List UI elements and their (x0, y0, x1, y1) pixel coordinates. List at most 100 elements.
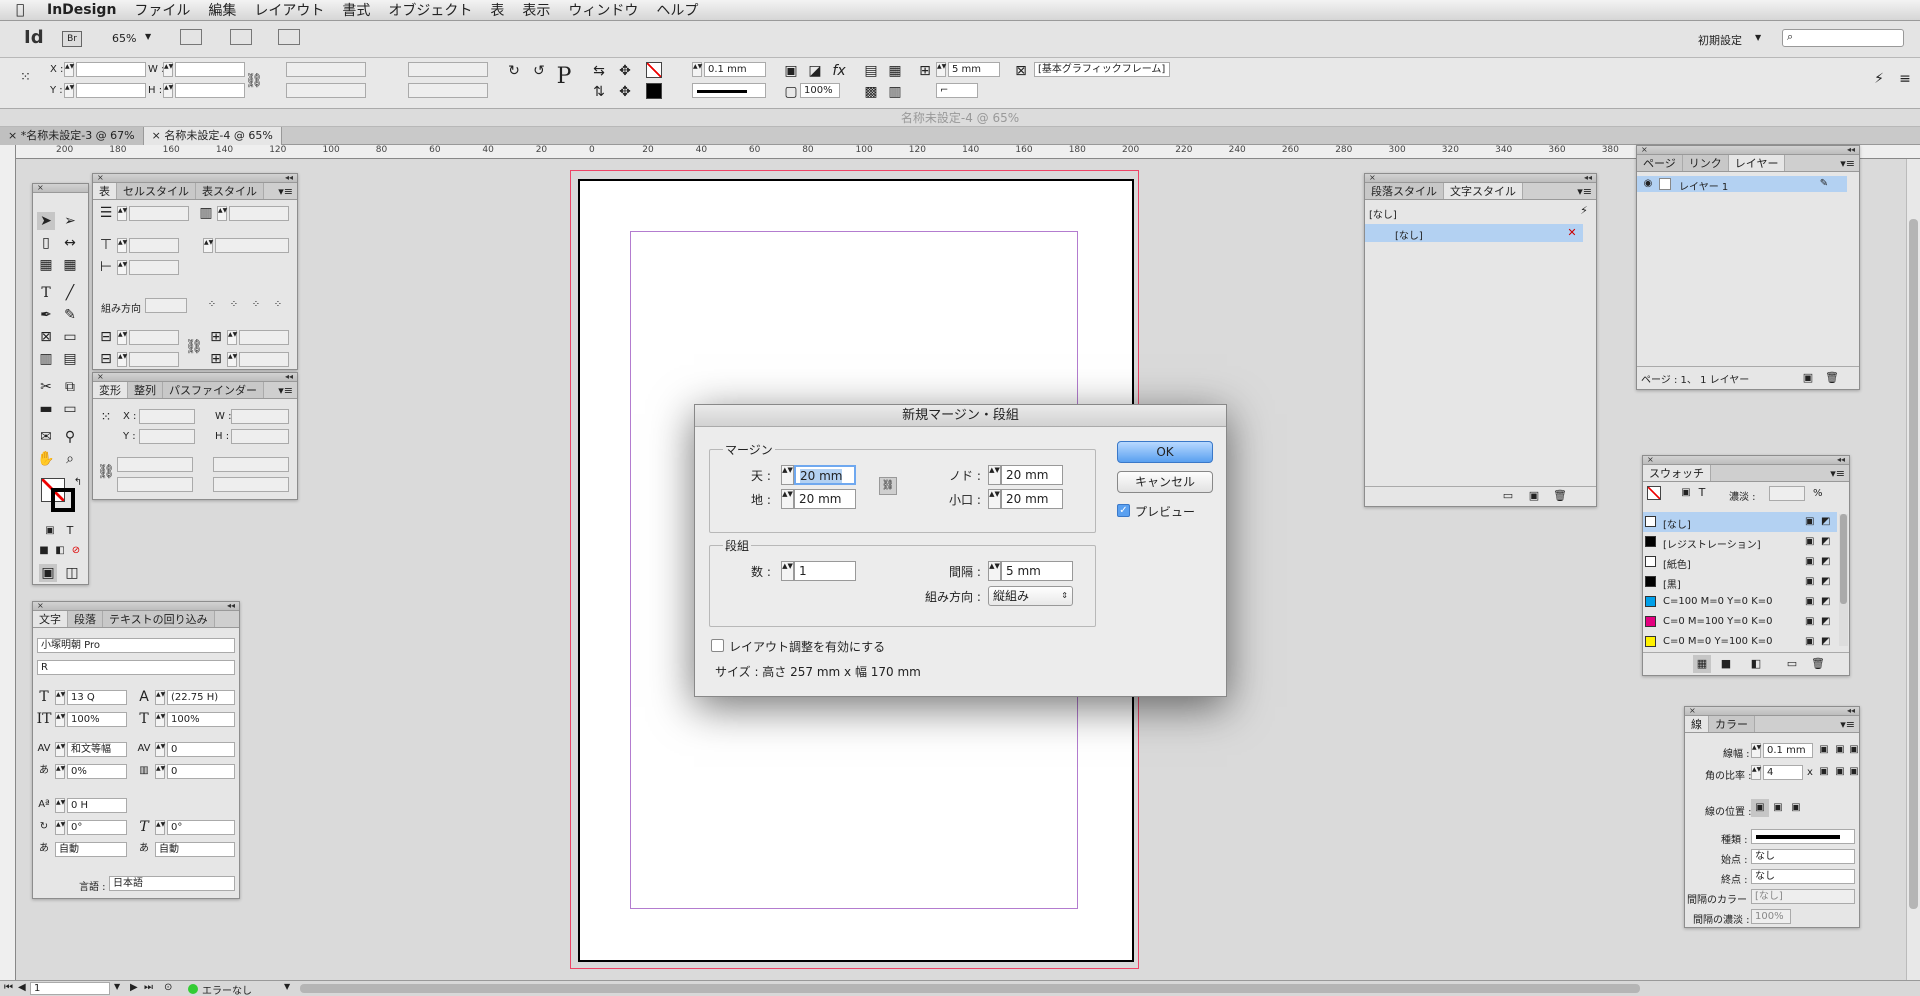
note-tool-icon[interactable]: ✉ (37, 428, 55, 446)
tab-character[interactable]: 文字 (33, 611, 68, 627)
adjust-layout-label[interactable]: レイアウト調整を有効にする (729, 638, 885, 655)
skew-field[interactable]: 0° (167, 820, 235, 835)
swatch-row[interactable]: C=0 M=0 Y=100 K=0 ▣ ◩ (1643, 632, 1837, 652)
inset-left-stepper[interactable]: ▲▼ (227, 330, 237, 345)
menu-edit[interactable]: 編集 (208, 0, 236, 20)
panel-menu-icon[interactable]: ▾≡ (1840, 716, 1855, 732)
close-icon[interactable]: × (152, 129, 161, 142)
align-center-stroke-icon[interactable]: ▣ (1751, 799, 1769, 817)
preview-checkbox[interactable]: ✓ (1117, 504, 1130, 517)
preview-label[interactable]: プレビュー (1135, 503, 1195, 520)
previous-page-icon[interactable]: ◀ (18, 982, 26, 993)
inset-top-field[interactable] (129, 330, 179, 345)
tab-pages[interactable]: ページ (1637, 155, 1683, 171)
row-height-stepper[interactable]: ▲▼ (117, 238, 127, 253)
transform-w-field[interactable] (231, 409, 289, 424)
rotate-field[interactable] (213, 457, 289, 472)
new-style-icon[interactable]: ▣ (1525, 487, 1543, 505)
gradient-swatch-tool-icon[interactable]: ▬ (37, 400, 55, 418)
tracking-stepper[interactable]: ▲▼ (155, 742, 165, 757)
panel-menu-icon[interactable]: ▾≡ (278, 183, 293, 199)
leading-stepper[interactable]: ▲▼ (155, 690, 165, 705)
column-width-field[interactable] (129, 260, 179, 275)
bridge-button[interactable]: Br (62, 31, 82, 47)
page-tool-icon[interactable]: ▯ (37, 234, 55, 252)
gap-tint-field[interactable]: 100% (1751, 909, 1791, 924)
outside-margin-stepper[interactable]: ▲▼ (988, 489, 1001, 509)
inset-bottom-stepper[interactable]: ▲▼ (117, 352, 127, 367)
rotate-cw-icon[interactable]: ↻ (505, 62, 523, 80)
delete-style-icon[interactable]: 🗑 (1551, 487, 1569, 505)
tab-stroke[interactable]: 線 (1685, 716, 1709, 732)
pencil-tool-icon[interactable]: ✎ (61, 306, 79, 324)
tab-layers[interactable]: レイヤー (1728, 155, 1786, 171)
menu-view[interactable]: 表示 (522, 0, 550, 20)
hand-tool-icon[interactable]: ✋ (37, 450, 55, 468)
control-scale-y-field[interactable] (286, 83, 366, 98)
delete-swatch-icon[interactable]: 🗑 (1809, 655, 1827, 673)
menu-layout[interactable]: レイアウト (254, 0, 324, 20)
menu-help[interactable]: ヘルプ (656, 0, 698, 20)
bottom-margin-stepper[interactable]: ▲▼ (781, 489, 794, 509)
miter-stepper[interactable]: ▲▼ (1751, 765, 1761, 780)
tab-table-styles[interactable]: 表スタイル (196, 183, 264, 199)
pen-tool-icon[interactable]: ✒ (37, 306, 55, 324)
align-bottom-icon[interactable]: ⁘ (247, 296, 265, 314)
panel-header[interactable]: × (33, 184, 88, 193)
preflight-icon[interactable]: ⊙ (164, 982, 172, 993)
row-height-value-field[interactable] (215, 238, 289, 253)
swatch-row[interactable]: C=0 M=100 Y=0 K=0 ▣ ◩ (1643, 612, 1837, 632)
tsume-stepper[interactable]: ▲▼ (55, 764, 65, 779)
help-search-input[interactable]: ⌕ (1782, 29, 1904, 47)
stroke-weight-stepper[interactable]: ▲▼ (692, 62, 702, 77)
align-justify-icon[interactable]: ⁘ (269, 296, 287, 314)
preview-mode-icon[interactable]: ◫ (63, 564, 81, 582)
dialog-title[interactable]: 新規マージン・段組 (695, 405, 1226, 427)
horizontal-ruler[interactable]: 200 180 160 140 120 100 80 60 40 20 0 20 40 60 80 100 12… (16, 145, 1920, 159)
top-margin-field[interactable]: 20 mm (794, 465, 856, 485)
control-h-stepper[interactable]: ▲▼ (163, 83, 173, 98)
kerning-stepper[interactable]: ▲▼ (55, 742, 65, 757)
gutter-stepper[interactable]: ▲▼ (988, 561, 1001, 581)
row-height-value-stepper[interactable]: ▲▼ (203, 238, 213, 253)
aki-stepper[interactable]: ▲▼ (155, 764, 165, 779)
rectangle-tool-icon[interactable]: ▭ (61, 328, 79, 346)
panel-header[interactable]: × ◂◂ (33, 602, 239, 611)
reference-point-icon[interactable]: ⁙ (20, 70, 31, 85)
quick-apply-icon[interactable]: ⚡ (1870, 70, 1888, 88)
outside-margin-field[interactable]: 20 mm (1001, 489, 1063, 509)
shear-field[interactable] (213, 477, 289, 492)
text-wrap-none-icon[interactable]: ▤ (862, 62, 880, 80)
text-frame-icon[interactable]: P (555, 66, 573, 88)
tab-document-3[interactable]: × *名称未設定-3 @ 67% (0, 127, 144, 145)
page-dropdown-icon[interactable]: ▼ (114, 982, 120, 991)
close-icon[interactable]: × (8, 129, 17, 142)
panel-menu-icon[interactable]: ▾≡ (1840, 155, 1855, 171)
first-page-icon[interactable]: ⏮ (4, 982, 13, 993)
formatting-container-icon[interactable]: ▣ (41, 522, 59, 540)
text-wrap-bbox-icon[interactable]: ▦ (886, 62, 904, 80)
control-x-field[interactable] (76, 62, 146, 77)
stroke-type-select[interactable] (1751, 829, 1855, 844)
baseline-shift-field[interactable]: 0 H (67, 798, 127, 813)
tab-character-styles[interactable]: 文字スタイル (1444, 183, 1523, 199)
tracking-field[interactable]: 0 (167, 742, 235, 757)
scissors-tool-icon[interactable]: ✂ (37, 378, 55, 396)
baseline-shift-stepper[interactable]: ▲▼ (55, 798, 65, 813)
apply-none-icon[interactable]: ⊘ (67, 542, 85, 560)
bottom-margin-field[interactable]: 20 mm (794, 489, 856, 509)
vertical-scale-stepper[interactable]: ▲▼ (55, 712, 65, 727)
last-page-icon[interactable]: ⏭ (144, 982, 153, 993)
select-content-icon[interactable]: ✥ (616, 83, 634, 101)
fill-none-swatch[interactable] (646, 62, 662, 78)
formatting-text-icon[interactable]: T (1693, 484, 1711, 502)
control-w-field[interactable] (175, 62, 245, 77)
tab-table[interactable]: 表 (93, 183, 117, 199)
control-w-stepper[interactable]: ▲▼ (163, 62, 173, 77)
tab-links[interactable]: リンク (1682, 155, 1729, 171)
leading-field[interactable]: (22.75 H) (167, 690, 235, 705)
transform-h-field[interactable] (231, 429, 289, 444)
swap-colors-icon[interactable]: ↰ (69, 474, 87, 492)
show-gradient-swatches-icon[interactable]: ◧ (1747, 655, 1765, 673)
end-select[interactable]: なし (1751, 869, 1855, 884)
